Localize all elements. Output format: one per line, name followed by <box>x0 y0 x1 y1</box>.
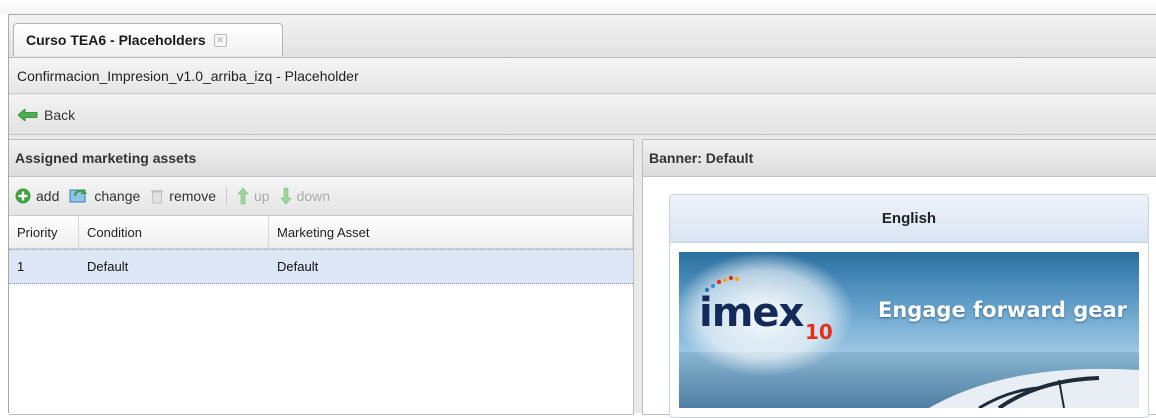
add-circle-icon <box>15 188 31 204</box>
assets-toolbar: add change remove up down <box>9 177 633 216</box>
tab-strip: Curso TEA6 - Placeholders ✕ <box>9 15 1156 58</box>
add-button[interactable]: add <box>15 188 59 204</box>
column-header-condition[interactable]: Condition <box>79 216 269 248</box>
column-header-priority[interactable]: Priority <box>9 216 79 248</box>
down-label: down <box>296 188 331 204</box>
banner-card: English imex 10 Engage forward gear <box>669 194 1149 418</box>
assigned-assets-title: Assigned marketing assets <box>9 140 633 177</box>
banner-panel: Banner: Default English imex 10 Engage f… <box>642 139 1156 418</box>
cell-marketing-asset: Default <box>277 259 319 274</box>
back-button[interactable]: Back <box>18 107 75 123</box>
banner-language: English <box>670 195 1148 243</box>
toolbar-separator <box>225 187 227 205</box>
page-title: Confirmacion_Impresion_v1.0_arriba_izq -… <box>17 67 359 84</box>
close-icon[interactable]: ✕ <box>213 33 227 47</box>
assets-grid-header: Priority Condition Marketing Asset <box>9 216 633 249</box>
arrow-down-icon <box>279 187 292 205</box>
table-row[interactable]: 1 Default Default <box>9 249 633 284</box>
back-arrow-icon <box>18 108 38 121</box>
remove-button[interactable]: remove <box>150 188 216 204</box>
add-label: add <box>36 188 60 204</box>
top-gradient <box>0 0 1156 14</box>
up-button[interactable]: up <box>237 187 270 205</box>
column-header-marketing-asset[interactable]: Marketing Asset <box>269 216 633 248</box>
down-button[interactable]: down <box>279 187 331 205</box>
tab-curso-placeholders[interactable]: Curso TEA6 - Placeholders ✕ <box>13 23 283 56</box>
banner-title: Banner: Default <box>643 140 1156 177</box>
banner-tagline: Engage forward gear <box>877 298 1127 322</box>
cell-priority: 1 <box>17 259 25 274</box>
app-frame: Curso TEA6 - Placeholders ✕ Confirmacion… <box>8 14 1156 418</box>
remove-label: remove <box>169 188 216 204</box>
back-label: Back <box>44 106 76 123</box>
back-toolbar: Back <box>9 95 1156 135</box>
up-label: up <box>253 188 270 204</box>
logo-subscript: 10 <box>805 320 833 344</box>
change-button[interactable]: change <box>69 187 140 205</box>
tab-title: Curso TEA6 - Placeholders <box>26 32 206 48</box>
logo-text: imex <box>699 290 804 336</box>
cell-condition: Default <box>87 259 129 274</box>
change-label: change <box>94 188 141 204</box>
change-refresh-icon <box>69 189 88 203</box>
trash-icon <box>151 190 164 204</box>
imex-logo: imex 10 <box>693 272 843 352</box>
arrow-up-icon <box>237 187 249 205</box>
page-title-bar: Confirmacion_Impresion_v1.0_arriba_izq -… <box>9 58 1156 94</box>
assigned-assets-panel: Assigned marketing assets add change rem… <box>9 139 634 415</box>
banner-image: imex 10 Engage forward gear <box>679 252 1139 408</box>
